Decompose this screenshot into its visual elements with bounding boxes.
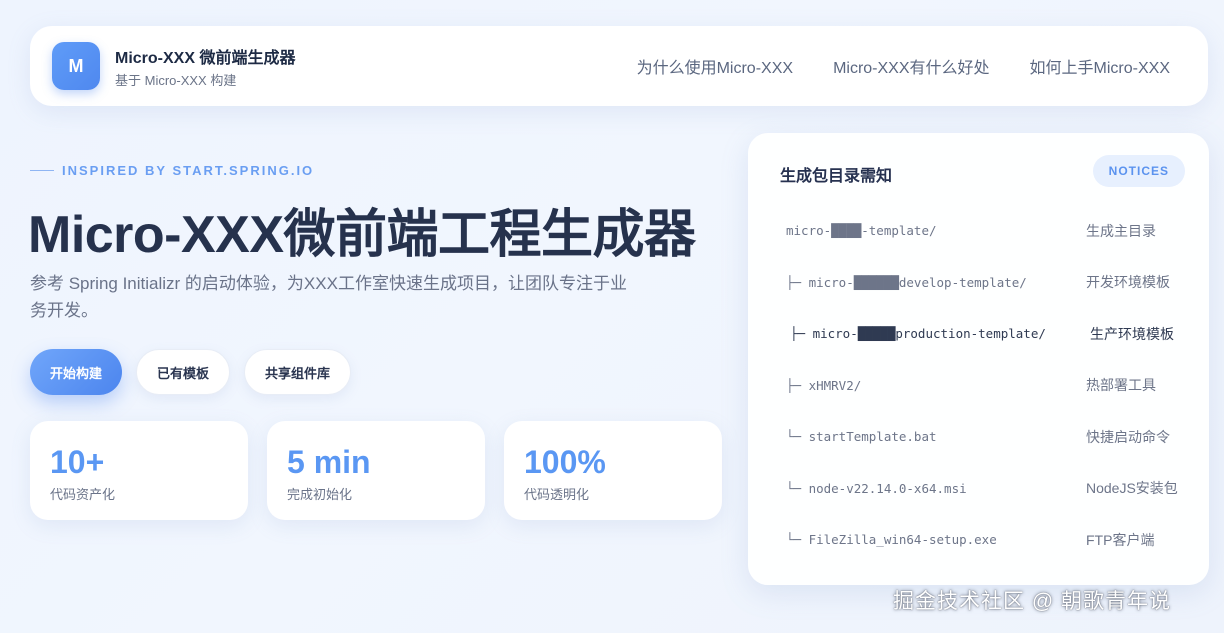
start-build-button[interactable]: 开始构建 [30, 349, 123, 395]
item-desc: 生产环境模板 [1090, 325, 1174, 342]
brand-title: Micro-XXX 微前端生成器 [115, 49, 296, 67]
item-desc: 热部署工具 [1086, 377, 1156, 394]
stat-label: 代码资产化 [50, 487, 116, 502]
item-path: └─ startTemplate.bat [786, 429, 937, 445]
nav-why[interactable]: 为什么使用Micro-XXX [637, 54, 793, 78]
nav-getting-started[interactable]: 如何上手Micro-XXX [1030, 54, 1170, 78]
item-desc: 快捷启动命令 [1086, 428, 1170, 445]
list-item[interactable]: └─ startTemplate.bat 快捷启动命令 [786, 411, 1186, 463]
item-desc: FTP客户端 [1086, 531, 1155, 548]
top-header: M Micro-XXX 微前端生成器 基于 Micro-XXX 构建 为什么使用… [30, 26, 1208, 106]
logo-icon[interactable]: M [52, 42, 100, 90]
hero-description: 参考 Spring Initializr 的启动体验，为XXX工作室快速生成项目… [30, 274, 627, 320]
cta-buttons: 开始构建 已有模板 共享组件库 [30, 349, 352, 395]
panel-title: 生成包目录需知 [780, 168, 893, 185]
list-item[interactable]: ├─ xHMRV2/ 热部署工具 [786, 360, 1186, 412]
brand: Micro-XXX 微前端生成器 基于 Micro-XXX 构建 [115, 44, 295, 89]
item-path: └─ node-v22.14.0-x64.msi [786, 480, 967, 496]
eyebrow-text: INSPIRED BY START.SPRING.IO [62, 163, 315, 178]
stat-card: 10+ 代码资产化 [30, 421, 248, 520]
stat-value: 5 min [287, 444, 371, 480]
directory-list: micro-████-template/ 生成主目录 ├─ micro-████… [786, 205, 1186, 566]
logo-letter: M [68, 55, 84, 76]
brand-subtitle: 基于 Micro-XXX 构建 [115, 72, 237, 88]
item-path: ├─ micro-█████production-template/ [790, 326, 1046, 342]
top-nav: 为什么使用Micro-XXX Micro-XXX有什么好处 如何上手Micro-… [637, 54, 1170, 78]
stats-row: 10+ 代码资产化 5 min 完成初始化 100% 代码透明化 [30, 421, 722, 520]
hero-title: Micro-XXX微前端工程生成器 [28, 206, 696, 264]
item-path: └─ FileZilla_win64-setup.exe [786, 532, 997, 548]
item-path: ├─ micro-██████develop-template/ [786, 274, 1027, 290]
item-desc: 开发环境模板 [1086, 274, 1170, 291]
notices-badge: NOTICES [1092, 155, 1185, 187]
list-item[interactable]: └─ FileZilla_win64-setup.exe FTP客户端 [786, 514, 1186, 566]
stat-value: 10+ [50, 444, 105, 480]
stat-label: 代码透明化 [524, 487, 590, 502]
list-item[interactable]: ├─ micro-██████develop-template/ 开发环境模板 [786, 257, 1186, 309]
stat-card: 5 min 完成初始化 [267, 421, 485, 520]
stat-value: 100% [524, 444, 606, 480]
list-item[interactable]: micro-████-template/ 生成主目录 [786, 205, 1186, 257]
list-item[interactable]: ├─ micro-█████production-template/ 生产环境模… [790, 308, 1190, 360]
item-desc: 生成主目录 [1086, 222, 1156, 239]
watermark: 掘金技术社区 @ 朝歌青年说 [893, 590, 1171, 613]
list-item[interactable]: └─ node-v22.14.0-x64.msi NodeJS安装包 [786, 463, 1186, 515]
item-path: micro-████-template/ [786, 223, 937, 239]
stat-card: 100% 代码透明化 [504, 421, 722, 520]
shared-components-button[interactable]: 共享组件库 [244, 349, 352, 395]
item-desc: NodeJS安装包 [1086, 480, 1178, 497]
item-path: ├─ xHMRV2/ [786, 377, 862, 393]
nav-benefits[interactable]: Micro-XXX有什么好处 [833, 54, 989, 78]
existing-templates-button[interactable]: 已有模板 [136, 349, 231, 395]
notice-panel: 生成包目录需知 NOTICES micro-████-template/ 生成主… [748, 133, 1209, 585]
stat-label: 完成初始化 [287, 487, 353, 502]
eyebrow-line [30, 170, 54, 171]
hero-eyebrow: INSPIRED BY START.SPRING.IO [30, 163, 314, 178]
